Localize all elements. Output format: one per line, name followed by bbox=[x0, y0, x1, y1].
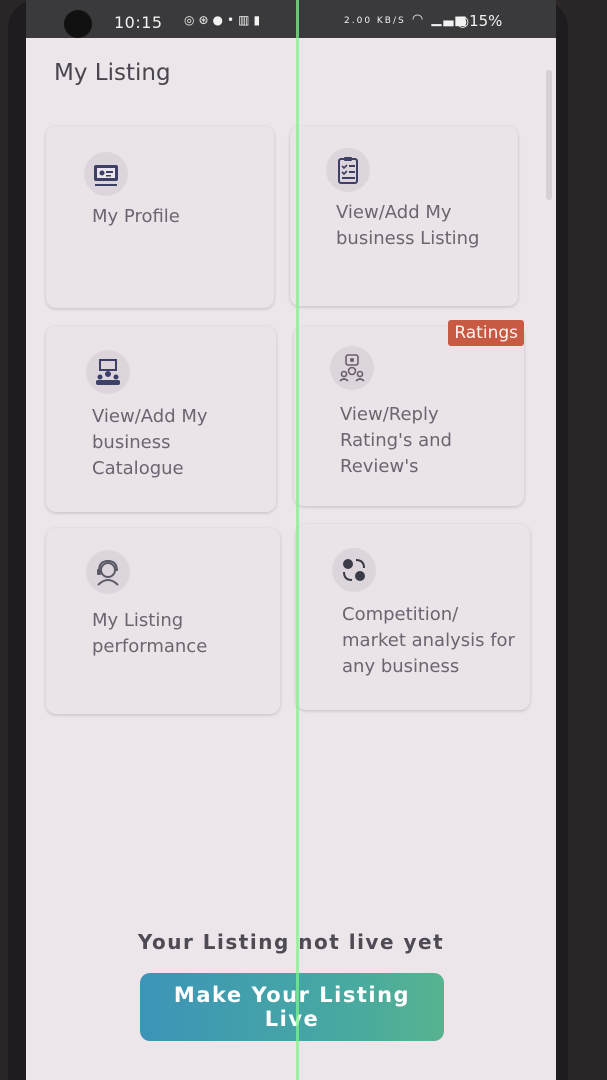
card-competition-analysis[interactable]: Competition/ market analysis for any bus… bbox=[296, 524, 530, 710]
wifi-icon: ◠ bbox=[411, 12, 426, 27]
whatsapp-icon: ◎ bbox=[184, 13, 199, 27]
card-label: My Listing performance bbox=[92, 610, 208, 657]
competition-icon bbox=[332, 548, 376, 592]
listing-status-text: Your Listing not live yet bbox=[137, 930, 445, 954]
app-screen: 10:15 ◎⊛●•▥▮ 2.00 KB/S ◠ ▁▃▅ ◉15% My Lis… bbox=[26, 0, 556, 1080]
app-icon: ⊛ bbox=[198, 13, 213, 27]
card-label: View/Add My business Catalogue bbox=[92, 406, 208, 479]
phone-frame: 10:15 ◎⊛●•▥▮ 2.00 KB/S ◠ ▁▃▅ ◉15% My Lis… bbox=[8, 0, 568, 1080]
card-label: My Profile bbox=[92, 206, 180, 227]
card-business-listing[interactable]: View/Add My business Listing bbox=[290, 126, 518, 306]
camera-cutout bbox=[64, 10, 92, 38]
card-label: View/Add My business Listing bbox=[336, 202, 480, 249]
card-label: View/Reply Rating's and Review's bbox=[340, 404, 452, 477]
nfc-icon: ▥ bbox=[238, 13, 254, 27]
network-speed: 2.00 KB/S bbox=[344, 16, 406, 26]
status-bar: 10:15 ◎⊛●•▥▮ 2.00 KB/S ◠ ▁▃▅ ◉15% bbox=[26, 0, 556, 38]
dot-icon: • bbox=[227, 13, 239, 27]
scrollbar[interactable] bbox=[546, 70, 552, 200]
card-listing-performance[interactable]: My Listing performance bbox=[46, 528, 280, 714]
battery-indicator: ◉15% bbox=[456, 12, 502, 30]
card-my-profile[interactable]: My Profile bbox=[46, 126, 274, 308]
review-icon bbox=[330, 346, 374, 390]
ratings-badge: Ratings bbox=[448, 320, 524, 346]
support-icon bbox=[86, 550, 130, 594]
page-title: My Listing bbox=[54, 60, 171, 86]
chat-icon: ● bbox=[212, 13, 228, 27]
notification-icons: ◎⊛●•▥▮ bbox=[184, 13, 264, 27]
make-listing-live-button[interactable]: Make Your Listing Live bbox=[140, 973, 444, 1041]
dashboard-icon bbox=[84, 152, 128, 196]
screen-defect-line bbox=[296, 0, 299, 1080]
battery-level: 15% bbox=[469, 12, 503, 30]
vibrate-icon: ▮ bbox=[253, 13, 265, 27]
card-business-catalogue[interactable]: View/Add My business Catalogue bbox=[46, 326, 276, 512]
presentation-icon bbox=[86, 350, 130, 394]
status-time: 10:15 bbox=[114, 13, 163, 32]
card-ratings-reviews[interactable]: Ratings View/Reply Rating's and Review's bbox=[294, 320, 524, 506]
network-indicators: 2.00 KB/S ◠ ▁▃▅ bbox=[344, 12, 467, 27]
checklist-icon bbox=[326, 148, 370, 192]
card-label: Competition/ market analysis for any bus… bbox=[342, 604, 515, 677]
battery-icon: ◉ bbox=[456, 12, 470, 30]
